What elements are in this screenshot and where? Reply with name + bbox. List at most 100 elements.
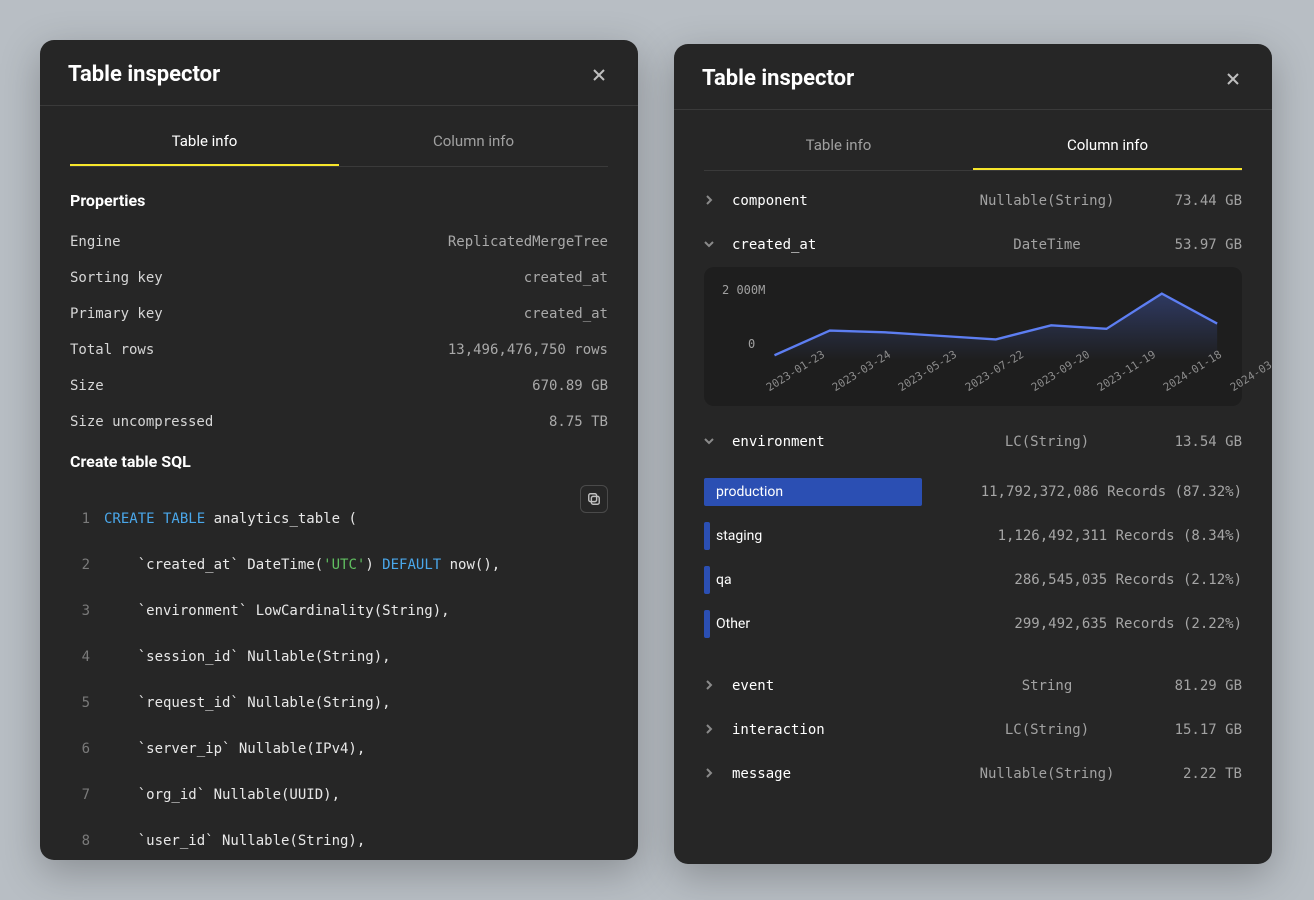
chart-area: 2 000M 0 2023-01-23 2023-03-24 2023 (722, 283, 1224, 396)
sql-text: `user_id` Nullable(String), (104, 830, 365, 853)
panel-header: Table inspector (674, 44, 1272, 110)
prop-value: created_at (524, 306, 608, 322)
chart-y-top: 2 000M (722, 283, 765, 297)
column-name: event (732, 678, 942, 694)
tab-column-info[interactable]: Column info (973, 124, 1242, 170)
sql-text: `session_id` Nullable(String), (104, 646, 391, 669)
prop-key: Sorting key (70, 270, 163, 286)
copy-icon (587, 492, 601, 506)
column-row-created-at[interactable]: created_at DateTime 53.97 GB (704, 223, 1242, 267)
column-size: 2.22 TB (1152, 766, 1242, 782)
column-name: interaction (732, 722, 942, 738)
sql-text: `org_id` Nullable(UUID), (104, 784, 340, 807)
column-name: message (732, 766, 942, 782)
prop-value: 670.89 GB (532, 378, 608, 394)
chart-x-label: 2024-03-18 (1228, 348, 1272, 394)
sql-kw: DEFAULT (382, 557, 441, 573)
column-type: DateTime (956, 237, 1138, 253)
column-type: String (956, 678, 1138, 694)
column-name: created_at (732, 237, 942, 253)
column-type: LC(String) (956, 434, 1138, 450)
sql-text: `created_at` DateTime( (104, 557, 323, 573)
sql-kw: CREATE TABLE (104, 511, 205, 527)
sql-str: 'UTC' (323, 557, 365, 573)
dist-label: production (716, 484, 783, 500)
prop-value: created_at (524, 270, 608, 286)
column-size: 73.44 GB (1152, 193, 1242, 209)
dist-label: Other (716, 616, 750, 632)
sql-text: `environment` LowCardinality(String), (104, 600, 450, 623)
sql-text: `server_ip` Nullable(IPv4), (104, 738, 365, 761)
dist-label: staging (716, 528, 762, 544)
prop-primary-key: Primary key created_at (70, 296, 608, 332)
column-type: LC(String) (956, 722, 1138, 738)
dist-value: 299,492,635 Records (2.22%) (922, 616, 1242, 632)
close-button[interactable] (1222, 68, 1244, 90)
panel-body: Properties Engine ReplicatedMergeTree So… (40, 167, 638, 860)
dist-row-production: production 11,792,372,086 Records (87.32… (704, 470, 1242, 514)
column-row-component[interactable]: component Nullable(String) 73.44 GB (704, 179, 1242, 223)
chevron-right-icon (704, 195, 714, 205)
sql-text: `request_id` Nullable(String), (104, 692, 391, 715)
sql-code-block: 1CREATE TABLE analytics_table ( 2 `creat… (70, 485, 608, 860)
column-size: 81.29 GB (1152, 678, 1242, 694)
column-type: Nullable(String) (956, 193, 1138, 209)
column-size: 13.54 GB (1152, 434, 1242, 450)
tab-table-info[interactable]: Table info (704, 124, 973, 170)
section-title-sql: Create table SQL (70, 452, 608, 471)
chevron-right-icon (704, 680, 714, 690)
dist-value: 11,792,372,086 Records (87.32%) (922, 484, 1242, 500)
panel-title: Table inspector (68, 62, 220, 87)
column-name: component (732, 193, 942, 209)
column-type: Nullable(String) (956, 766, 1138, 782)
prop-total-rows: Total rows 13,496,476,750 rows (70, 332, 608, 368)
chart-x-axis: 2023-01-23 2023-03-24 2023-05-23 2023-07… (722, 383, 1224, 396)
column-row-message[interactable]: message Nullable(String) 2.22 TB (704, 752, 1242, 796)
tabs: Table info Column info (40, 120, 638, 166)
copy-button[interactable] (580, 485, 608, 513)
sql-code: 1CREATE TABLE analytics_table ( 2 `creat… (70, 485, 608, 860)
panel-title: Table inspector (702, 66, 854, 91)
tab-column-info[interactable]: Column info (339, 120, 608, 166)
column-name: environment (732, 434, 942, 450)
chart-y-bot: 0 (748, 337, 755, 351)
column-row-event[interactable]: event String 81.29 GB (704, 664, 1242, 708)
dist-row-other: Other 299,492,635 Records (2.22%) (704, 602, 1242, 646)
prop-size: Size 670.89 GB (70, 368, 608, 404)
dist-label: qa (716, 572, 732, 588)
dist-row-qa: qa 286,545,035 Records (2.12%) (704, 558, 1242, 602)
close-button[interactable] (588, 64, 610, 86)
tab-table-info[interactable]: Table info (70, 120, 339, 166)
section-title-properties: Properties (70, 191, 608, 210)
column-chart-card: 2 000M 0 2023-01-23 2023-03-24 2023 (704, 267, 1242, 406)
panel-header: Table inspector (40, 40, 638, 106)
column-size: 53.97 GB (1152, 237, 1242, 253)
prop-size-uncompressed: Size uncompressed 8.75 TB (70, 404, 608, 440)
tabs: Table info Column info (674, 124, 1272, 170)
prop-key: Primary key (70, 306, 163, 322)
dist-value: 1,126,492,311 Records (8.34%) (922, 528, 1242, 544)
table-inspector-right: Table inspector Table info Column info c… (674, 44, 1272, 864)
column-size: 15.17 GB (1152, 722, 1242, 738)
chevron-down-icon (704, 239, 714, 249)
chevron-right-icon (704, 724, 714, 734)
prop-value: 13,496,476,750 rows (448, 342, 608, 358)
prop-value: ReplicatedMergeTree (448, 234, 608, 250)
prop-engine: Engine ReplicatedMergeTree (70, 224, 608, 260)
prop-key: Total rows (70, 342, 154, 358)
close-icon (1225, 71, 1241, 87)
prop-key: Size (70, 378, 104, 394)
prop-sorting-key: Sorting key created_at (70, 260, 608, 296)
close-icon (591, 67, 607, 83)
sql-text: now(), (441, 557, 500, 573)
prop-key: Engine (70, 234, 121, 250)
chevron-down-icon (704, 436, 714, 446)
prop-value: 8.75 TB (549, 414, 608, 430)
environment-distribution: production 11,792,372,086 Records (87.32… (704, 470, 1242, 646)
table-inspector-left: Table inspector Table info Column info P… (40, 40, 638, 860)
prop-key: Size uncompressed (70, 414, 213, 430)
column-row-interaction[interactable]: interaction LC(String) 15.17 GB (704, 708, 1242, 752)
chevron-right-icon (704, 768, 714, 778)
sql-text: analytics_table ( (205, 511, 357, 527)
column-row-environment[interactable]: environment LC(String) 13.54 GB (704, 420, 1242, 464)
